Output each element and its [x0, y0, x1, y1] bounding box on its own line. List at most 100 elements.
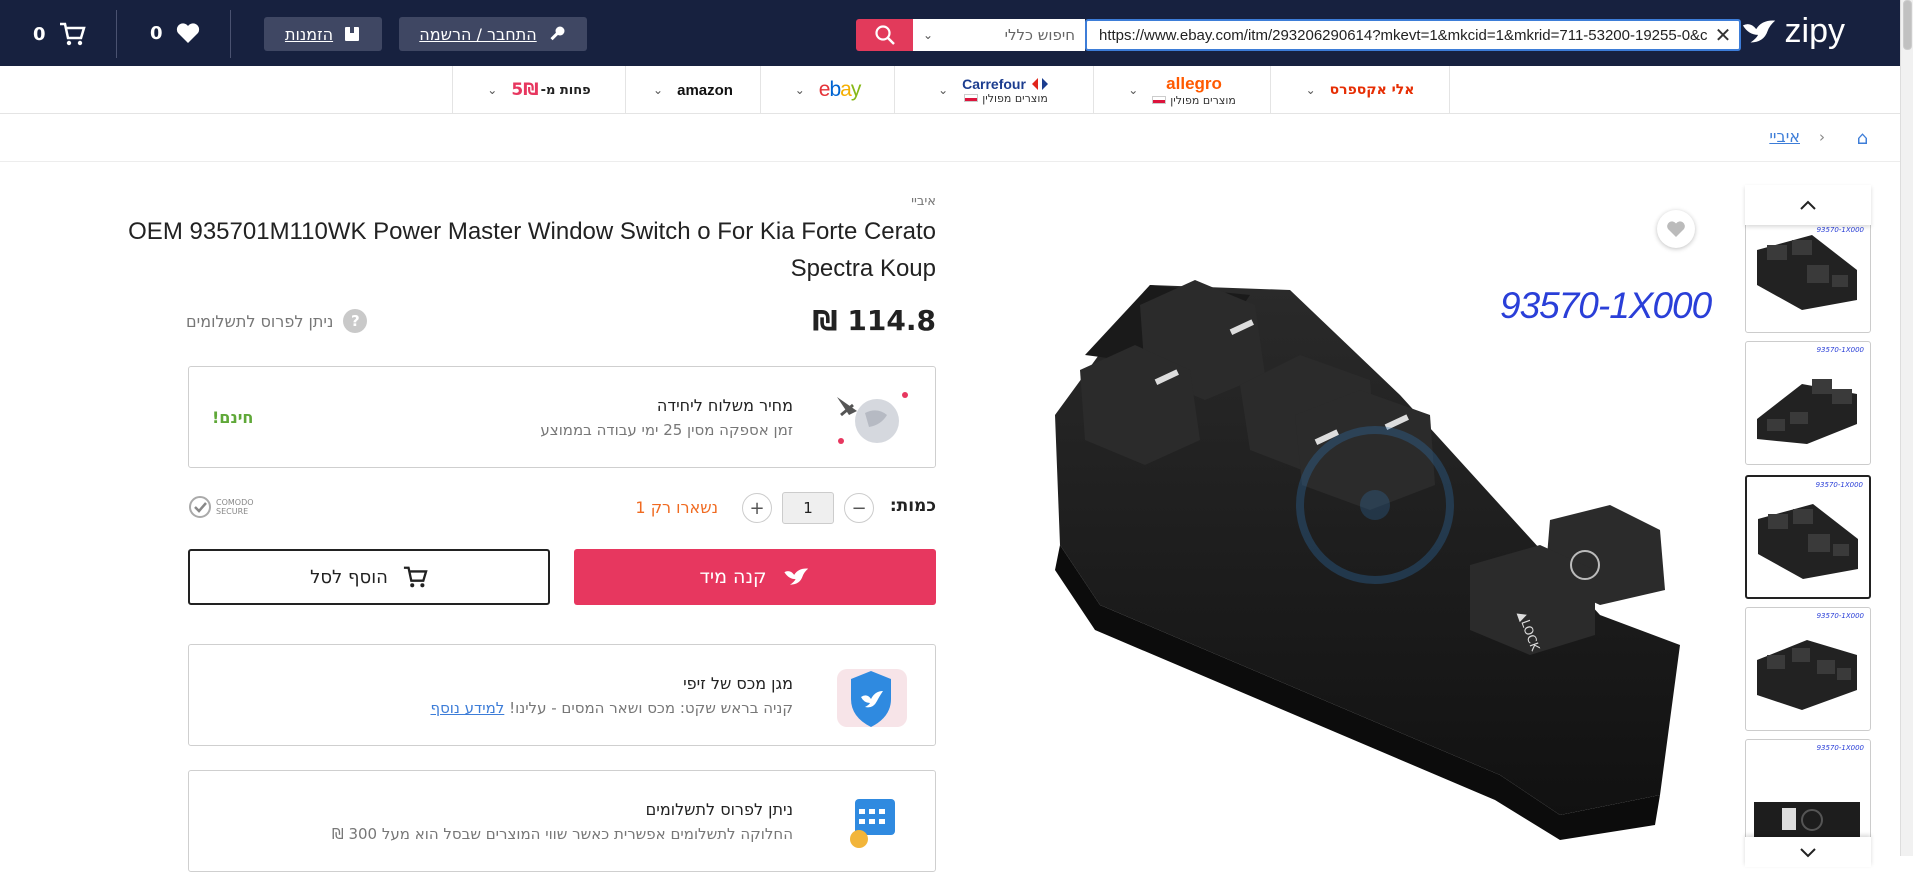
buy-now-button[interactable]: קנה מיד: [574, 549, 936, 605]
installments-box: ניתן לפרוס לתשלומים החלוקה לתשלומים אפשר…: [188, 770, 936, 872]
cart-icon: [403, 566, 428, 588]
chevron-left-icon: ›: [1819, 128, 1825, 146]
quantity-input[interactable]: 1: [782, 492, 834, 524]
store-allegro[interactable]: allegro מוצרים מפולין ⌄: [1093, 66, 1270, 114]
installment-note: ניתן לפרוס לתשלומים ?: [186, 309, 368, 333]
tax-title: מגן מכס של זיפי: [683, 674, 793, 693]
poland-flag-icon: [964, 94, 979, 102]
scroll-down-button[interactable]: [1745, 837, 1871, 867]
chevron-down-icon: ⌄: [1305, 83, 1316, 97]
comodo-label: COMODO SECURE: [216, 498, 254, 516]
shipping-eta: זמן אספקה מסין 25 ימי עבודה בממוצע: [540, 421, 793, 439]
thumbnail-3-selected[interactable]: 93570-1X000: [1745, 475, 1871, 599]
thumb-part-number: 93570-1X000: [1816, 744, 1864, 752]
shipping-price: חינם!: [212, 408, 254, 427]
clear-icon[interactable]: ✕: [1707, 23, 1739, 47]
add-to-cart-label: הוסף לסל: [310, 566, 388, 588]
wishlist-counter[interactable]: 0: [150, 21, 201, 45]
breadcrumb-store-link[interactable]: איביי: [1769, 127, 1800, 146]
store-name: פחות מ-: [540, 82, 591, 98]
tax-desc: קניה בראש שקט: מכס ושאר המסים - עלינו! ל…: [430, 699, 793, 717]
thumbnail-4[interactable]: 93570-1X000: [1745, 607, 1871, 731]
chevron-down-icon: ⌄: [1128, 83, 1139, 97]
add-to-cart-button[interactable]: הוסף לסל: [188, 549, 550, 605]
store-name: amazon: [677, 81, 733, 99]
wishlist-count: 0: [150, 22, 163, 44]
store-ebay[interactable]: ebay ⌄: [760, 66, 894, 114]
orders-box-icon: [345, 27, 360, 41]
main-product-image: ▲LOCK: [1055, 280, 1680, 840]
product-thumbnail-image: [1757, 640, 1857, 710]
login-button[interactable]: התחבר / הרשמה: [399, 17, 587, 51]
comodo-seal-icon: [189, 496, 211, 518]
installment-label: ניתן לפרוס לתשלומים: [186, 311, 334, 331]
product-thumbnail-image: [1757, 379, 1857, 444]
tax-more-info-link[interactable]: למידע נוסף: [430, 699, 504, 717]
store-sub: מוצרים מפולין: [1152, 94, 1236, 107]
quantity-increase-button[interactable]: +: [742, 493, 772, 523]
cart-count: 0: [33, 23, 46, 45]
stock-left: נשארו רק 1: [635, 498, 718, 517]
carrefour-logo-icon: [1031, 77, 1048, 90]
tax-shield-box: מגן מכס של זיפי קניה בראש שקט: מכס ושאר …: [188, 644, 936, 746]
shield-icon: [837, 669, 907, 727]
quantity-label: כמות:: [889, 496, 936, 516]
scroll-up-button[interactable]: [1745, 185, 1871, 225]
cart-counter[interactable]: 0: [33, 21, 86, 47]
store-name: Carrefour: [962, 75, 1026, 92]
thumb-part-number: 93570-1X000: [1816, 346, 1864, 354]
search-button[interactable]: [856, 19, 913, 51]
breadcrumb: ⌂ › איביי: [0, 114, 1900, 162]
zipy-logo[interactable]: zipy: [1741, 12, 1845, 51]
store-name: אלי אקספרס: [1329, 82, 1415, 98]
thumb-part-number: 93570-1X000: [1815, 481, 1863, 489]
search-scope-select[interactable]: חיפוש כללי ⌄: [913, 19, 1085, 51]
calendar-icon: [850, 799, 895, 848]
store-aliexpress[interactable]: אלי אקספרס ⌄: [1270, 66, 1450, 114]
store-badge: 5₪: [511, 80, 539, 100]
comodo-secure-badge: COMODO SECURE: [188, 495, 258, 519]
heart-icon: [176, 23, 199, 43]
chevron-up-icon: [1800, 200, 1816, 210]
thumbnail-gallery: 93570-1X000 93570-1X000 93570-1X000 9357…: [1745, 185, 1871, 867]
url-input[interactable]: https://www.ebay.com/itm/293206290614?mk…: [1087, 27, 1707, 44]
divider: [230, 10, 231, 58]
shipping-title: מחיר משלוח ליחידה: [656, 396, 793, 415]
quantity-row: כמות: − 1 + נשארו רק 1 COMODO SECURE: [188, 490, 936, 526]
page-scrollbar[interactable]: [1900, 0, 1913, 856]
heart-icon: [1667, 221, 1685, 237]
product-thumbnail-image: [1757, 235, 1857, 310]
product-thumbnail-image: [1758, 504, 1858, 579]
scrollbar-thumb[interactable]: [1903, 0, 1912, 50]
help-icon[interactable]: ?: [343, 309, 368, 333]
chevron-down-icon: ⌄: [938, 83, 949, 97]
quantity-decrease-button[interactable]: −: [844, 493, 874, 523]
product-title: OEM 935701M110WK Power Master Window Swi…: [128, 218, 936, 282]
image-part-number: 93570-1X000: [1500, 285, 1712, 326]
pay-title: ניתן לפרוס לתשלומים: [645, 800, 793, 819]
product-price: 114.8 ₪: [812, 304, 936, 337]
pay-desc: החלוקה לתשלומים אפשרית כאשר שווי המוצרים…: [331, 825, 793, 843]
bird-icon: [783, 568, 808, 585]
shipping-box: מחיר משלוח ליחידה זמן אספקה מסין 25 ימי …: [188, 366, 936, 468]
store-carrefour[interactable]: Carrefour מוצרים מפולין ⌄: [894, 66, 1093, 114]
store-under-5[interactable]: פחות מ- 5₪ ⌄: [452, 66, 625, 114]
home-icon[interactable]: ⌂: [1857, 128, 1868, 149]
url-search-box[interactable]: https://www.ebay.com/itm/293206290614?mk…: [1085, 19, 1741, 51]
add-to-wishlist-button[interactable]: [1657, 210, 1695, 248]
buy-now-label: קנה מיד: [699, 566, 767, 588]
chevron-down-icon: ⌄: [653, 83, 664, 97]
store-amazon[interactable]: amazon ⌄: [625, 66, 760, 114]
key-icon: [550, 26, 565, 41]
chevron-down-icon: ⌄: [794, 83, 805, 97]
chevron-down-icon: ⌄: [923, 28, 934, 42]
top-navbar: zipy https://www.ebay.com/itm/2932062906…: [0, 0, 1900, 66]
login-label: התחבר / הרשמה: [419, 24, 537, 44]
shipping-globe-icon: [837, 392, 908, 444]
product-thumbnail-image: [1754, 802, 1860, 838]
divider: [116, 10, 117, 58]
chevron-down-icon: [1800, 848, 1816, 858]
poland-flag-icon: [1152, 96, 1167, 104]
thumbnail-2[interactable]: 93570-1X000: [1745, 341, 1871, 465]
orders-button[interactable]: הזמנות: [264, 17, 382, 51]
